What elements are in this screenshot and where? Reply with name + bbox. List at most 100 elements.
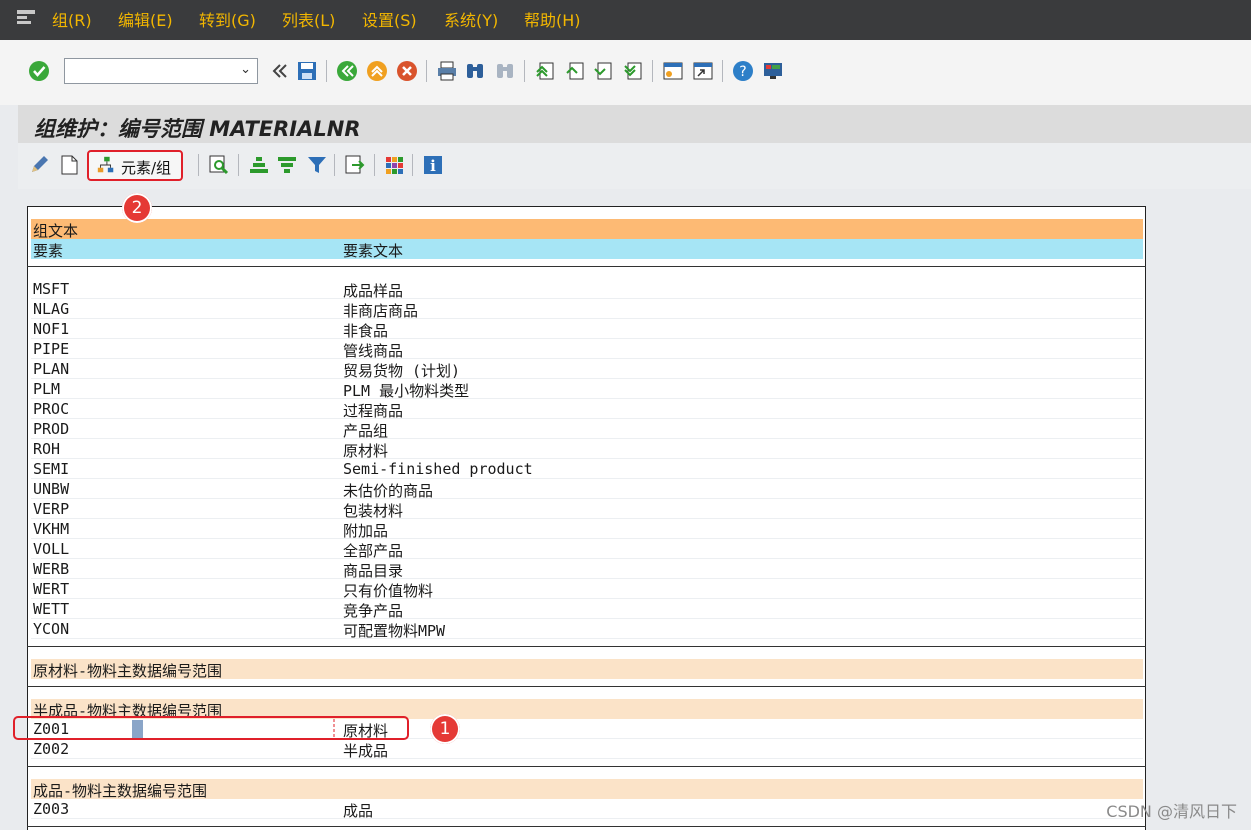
find-next-icon[interactable] <box>494 60 516 82</box>
list-item[interactable]: Z002 半成品 <box>31 739 1143 760</box>
element-text: 贸易货物 (计划) <box>343 362 461 380</box>
layout-icon[interactable] <box>762 60 784 82</box>
list-item[interactable]: PROC 过程商品 <box>31 399 1143 420</box>
watermark: CSDN @清风日下 <box>1106 802 1237 821</box>
element-code: MSFT <box>33 280 70 298</box>
toolbar-separator <box>412 154 413 176</box>
list-item[interactable]: YCON 可配置物料MPW <box>31 619 1143 640</box>
sort-ascending-icon[interactable] <box>248 154 270 176</box>
toolbar-separator <box>722 60 723 82</box>
group-title-row[interactable]: 原材料-物料主数据编号范围 <box>31 659 1143 680</box>
list-item[interactable]: SEMI Semi-finished product <box>31 459 1143 479</box>
menu-list[interactable]: 列表(L) <box>282 11 335 31</box>
element-text: 原材料 <box>343 442 389 460</box>
element-code: Z002 <box>33 740 70 758</box>
sort-descending-icon[interactable] <box>276 154 298 176</box>
toolbar-separator <box>524 60 525 82</box>
menu-system[interactable]: 系统(Y) <box>444 11 498 31</box>
new-document-icon[interactable] <box>58 154 80 176</box>
toolbar-separator <box>652 60 653 82</box>
svg-text:?: ? <box>739 64 746 80</box>
help-icon[interactable]: ? <box>732 60 754 82</box>
menu-help[interactable]: 帮助(H) <box>524 11 581 31</box>
element-text: 附加品 <box>343 522 389 540</box>
list-item[interactable]: NOF1 非食品 <box>31 319 1143 340</box>
new-session-icon[interactable] <box>662 60 684 82</box>
chevron-down-icon[interactable]: ⌄ <box>240 62 251 77</box>
element-text: 管线商品 <box>343 342 404 360</box>
element-text: 只有价值物料 <box>343 582 434 600</box>
title-bar: 组维护：编号范围 MATERIALNR <box>18 105 1251 143</box>
filter-icon[interactable] <box>306 154 328 176</box>
list-item[interactable]: PROD 产品组 <box>31 419 1143 440</box>
search-icon[interactable] <box>208 154 230 176</box>
group-title-row[interactable]: 半成品-物料主数据编号范围 <box>31 699 1143 720</box>
element-text: 未估价的商品 <box>343 482 434 500</box>
save-icon[interactable] <box>296 60 318 82</box>
list-item[interactable]: Z003 成品 <box>31 799 1143 820</box>
next-page-icon[interactable] <box>592 60 614 82</box>
list-item[interactable]: PLM PLM 最小物料类型 <box>31 379 1143 400</box>
element-code: VERP <box>33 500 70 518</box>
list-item[interactable]: MSFT 成品样品 <box>31 279 1143 300</box>
list-item[interactable]: PIPE 管线商品 <box>31 339 1143 360</box>
shortcut-icon[interactable] <box>692 60 714 82</box>
back-double-icon[interactable] <box>268 60 290 82</box>
enter-icon[interactable] <box>28 60 50 82</box>
element-text: 成品 <box>343 802 374 820</box>
application-toolbar <box>18 143 1251 189</box>
element-code: Z003 <box>33 800 70 818</box>
command-field[interactable]: ⌄ <box>64 58 258 84</box>
menu-group[interactable]: 组(R) <box>52 11 92 31</box>
element-text: Semi-finished product <box>343 460 533 478</box>
edit-pencil-icon[interactable] <box>28 154 50 176</box>
print-icon[interactable] <box>436 60 458 82</box>
list-item[interactable]: WERB 商品目录 <box>31 559 1143 580</box>
group-title: 半成品-物料主数据编号范围 <box>33 702 223 720</box>
export-icon[interactable] <box>344 154 366 176</box>
list-item[interactable]: Z001 原材料 <box>31 719 1143 740</box>
list-item[interactable]: PLAN 贸易货物 (计划) <box>31 359 1143 380</box>
exit-icon[interactable] <box>366 60 388 82</box>
previous-page-icon[interactable] <box>564 60 586 82</box>
toolbar-separator <box>238 154 239 176</box>
element-code: VOLL <box>33 540 70 558</box>
menu-goto[interactable]: 转到(G) <box>199 11 256 31</box>
list-item[interactable]: UNBW 未估价的商品 <box>31 479 1143 500</box>
callout-badge-1: 1 <box>430 714 460 744</box>
section-divider <box>27 266 1146 267</box>
element-code: YCON <box>33 620 70 638</box>
layout-grid-icon[interactable] <box>384 154 406 176</box>
section-divider <box>27 766 1146 767</box>
list-item[interactable]: NLAG 非商店商品 <box>31 299 1143 320</box>
element-code: WERT <box>33 580 70 598</box>
element-text: 非商店商品 <box>343 302 419 320</box>
find-icon[interactable] <box>464 60 486 82</box>
info-icon[interactable]: i <box>422 154 444 176</box>
list-item[interactable]: WERT 只有价值物料 <box>31 579 1143 600</box>
element-group-button[interactable]: 元素/组 <box>87 150 183 181</box>
list-item[interactable]: WETT 竞争产品 <box>31 599 1143 620</box>
toolbar-separator <box>374 154 375 176</box>
list-item[interactable]: ROH 原材料 <box>31 439 1143 460</box>
back-icon[interactable] <box>336 60 358 82</box>
menu-edit[interactable]: 编辑(E) <box>118 11 173 31</box>
element-text: 可配置物料MPW <box>343 622 446 640</box>
list-item[interactable]: VERP 包装材料 <box>31 499 1143 520</box>
list-item[interactable]: VKHM 附加品 <box>31 519 1143 540</box>
element-code: NLAG <box>33 300 70 318</box>
callout-badge-2: 2 <box>122 193 152 223</box>
page-title: 组维护：编号范围 MATERIALNR <box>34 117 361 141</box>
element-code: PIPE <box>33 340 70 358</box>
cancel-icon[interactable] <box>396 60 418 82</box>
last-page-icon[interactable] <box>622 60 644 82</box>
system-menu-icon[interactable] <box>16 9 36 25</box>
group-title-row[interactable]: 成品-物料主数据编号范围 <box>31 779 1143 800</box>
toolbar-separator <box>334 154 335 176</box>
element-text: 原材料 <box>343 722 389 740</box>
list-item[interactable]: VOLL 全部产品 <box>31 539 1143 560</box>
menu-settings[interactable]: 设置(S) <box>362 11 417 31</box>
element-code: WETT <box>33 600 70 618</box>
element-text: 过程商品 <box>343 402 404 420</box>
first-page-icon[interactable] <box>534 60 556 82</box>
